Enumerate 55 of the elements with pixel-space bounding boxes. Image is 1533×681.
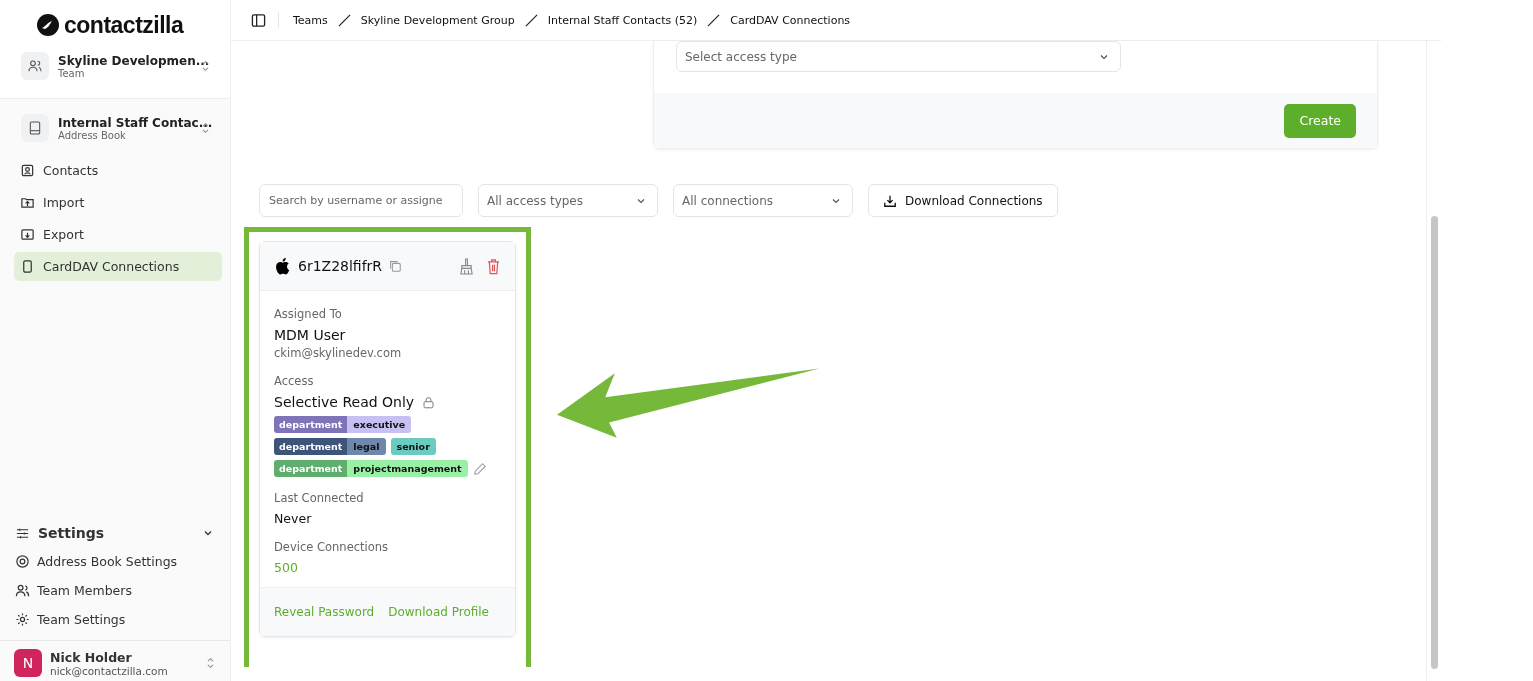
settings-item-icon [15,612,30,627]
breadcrumb-link[interactable]: Internal Staff Contacts (52) [547,13,698,27]
user-menu[interactable]: N Nick Holder nick@contactzilla.com [0,640,230,681]
user-avatar: N [14,649,42,677]
logo-icon [36,13,60,37]
field-label: Assigned To [274,307,343,321]
scrollbar-thumb[interactable] [1431,216,1438,669]
breadcrumb-link[interactable]: CardDAV Connections [730,13,851,27]
nav-item[interactable]: Export [14,220,222,249]
filter-tag: senior [390,438,436,455]
access-filter-select[interactable]: All access types [478,184,658,217]
settings-toggle[interactable]: Settings [0,519,230,547]
breadcrumb-separator-icon [707,13,721,27]
nav-icon [20,227,35,242]
settings-item-icon [15,554,30,569]
assigned-name: MDM User [274,327,347,343]
assigned-email: ckim@skylinedev.com [274,346,403,360]
breadcrumb-link[interactable]: Skyline Development Group [360,13,515,27]
search-field[interactable]: Search by username or assigne [259,184,463,217]
book-icon [21,114,49,142]
breadcrumb-link[interactable]: Teams [293,13,328,27]
nav-item[interactable]: Import [14,188,222,217]
field-label: Access [274,374,315,388]
connection-filter-select[interactable]: All connections [673,184,853,217]
address-book-switcher[interactable]: Internal Staff Contac... Address Book [0,102,230,154]
chevron-updown-icon [206,656,215,670]
pencil-icon[interactable] [472,461,487,476]
nav-icon [20,163,35,178]
apple-icon [274,257,290,275]
settings-item-icon [15,583,30,598]
people-icon [21,52,49,80]
nav-item[interactable]: Contacts [14,156,222,185]
last-connected: Never [274,511,313,526]
settings-item[interactable]: Team Members [0,576,230,605]
download-icon [883,193,897,208]
settings-item[interactable]: Team Settings [0,605,230,634]
field-label: Last Connected [274,491,365,505]
broom-icon[interactable] [459,257,474,275]
app-logo: contactzilla [64,11,184,39]
device-connections-count: 500 [274,560,299,575]
settings-item[interactable]: Address Book Settings [0,547,230,576]
breadcrumb-separator-icon [337,13,351,27]
access-type: Selective Read Only [274,394,415,410]
connection-username: 6r1Z28lfifrR [298,258,383,274]
team-switcher[interactable]: Skyline Developmen... Team [0,40,230,92]
breadcrumb-separator-icon [524,13,538,27]
access-type-select[interactable]: Select access type [676,41,1121,72]
download-connections-button[interactable]: Download Connections [868,184,1058,217]
copy-icon[interactable] [388,259,403,273]
nav-item[interactable]: CardDAV Connections [14,252,222,281]
trash-icon[interactable] [486,257,501,275]
nav-icon [20,195,35,210]
field-label: Device Connections [274,540,390,554]
sidebar-toggle-icon[interactable] [251,12,266,28]
nav-icon [20,259,35,274]
